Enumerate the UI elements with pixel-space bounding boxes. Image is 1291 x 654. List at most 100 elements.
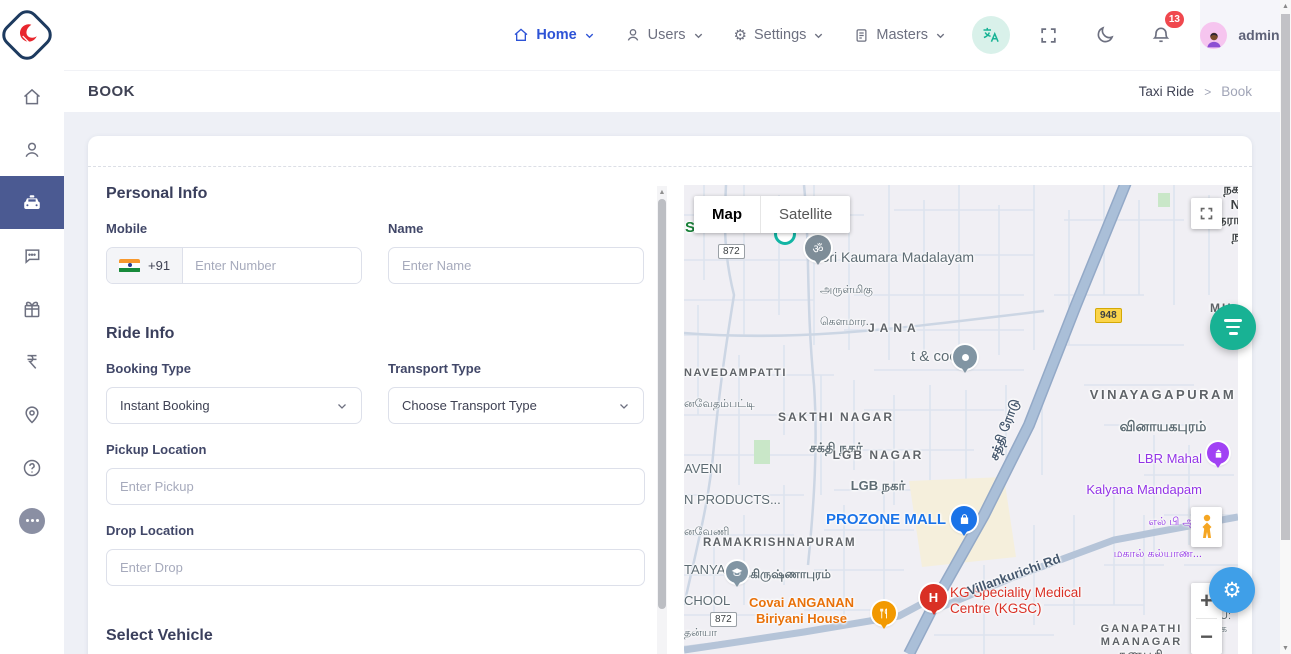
booking-type-select[interactable]: Instant Booking — [106, 387, 362, 424]
map-tab[interactable]: Map — [694, 196, 760, 233]
fullscreen-button[interactable] — [1032, 18, 1066, 52]
location-pin-icon — [22, 405, 42, 425]
mobile-input[interactable] — [183, 248, 362, 283]
transport-type-select[interactable]: Choose Transport Type — [388, 387, 644, 424]
breadcrumb-current: Book — [1221, 84, 1252, 99]
booking-type-value: Instant Booking — [120, 398, 210, 413]
scroll-down-arrow-icon[interactable]: ▼ — [1280, 642, 1291, 654]
sidebar-item-home[interactable] — [0, 70, 64, 123]
chevron-down-icon — [618, 400, 630, 412]
graduation-cap-icon — [731, 566, 743, 578]
map-fullscreen-button[interactable] — [1191, 198, 1222, 229]
nav-label: Settings — [754, 27, 806, 43]
poi-name: Sri Kaumara Madalayam — [820, 249, 974, 265]
transport-type-value: Choose Transport Type — [402, 398, 537, 413]
scroll-up-arrow-icon[interactable]: ▲ — [1280, 0, 1291, 12]
sidebar-item-more[interactable] — [0, 494, 64, 547]
sidebar-item-offers[interactable] — [0, 282, 64, 335]
filter-fab-button[interactable] — [1210, 304, 1256, 350]
route-badge-948: 948 — [1095, 308, 1122, 323]
dial-code: +91 — [148, 258, 170, 273]
user-menu[interactable]: admin — [1200, 0, 1280, 70]
chevron-down-icon — [693, 30, 704, 41]
map-type-control: Map Satellite — [694, 196, 850, 233]
pickup-location-input[interactable] — [106, 468, 645, 505]
area-name-tamil: னவேதம்பட்டி — [684, 398, 755, 410]
ride-info-heading: Ride Info — [106, 325, 174, 343]
chevron-down-icon — [584, 30, 595, 41]
area-name-tamil: LGB நகர் — [851, 478, 906, 493]
left-sidebar — [0, 70, 64, 654]
area-name: VINAYAGAPURAM — [1090, 387, 1236, 402]
help-icon — [22, 458, 42, 478]
top-navbar: Home Users ⚙ Settings Masters — [0, 0, 1280, 70]
nav-item-home[interactable]: Home — [513, 27, 594, 43]
satellite-tab[interactable]: Satellite — [760, 196, 850, 233]
gear-icon: ⚙ — [734, 28, 747, 43]
scroll-up-arrow-icon[interactable]: ▲ — [657, 186, 667, 198]
map-label-sri-kaumara: Sri Kaumara Madalayam அருள்மிகு கெளமார..… — [820, 233, 974, 329]
form-scrollbar-thumb[interactable] — [658, 199, 666, 609]
sidebar-item-payments[interactable] — [0, 335, 64, 388]
sidebar-item-taxi-bookings[interactable] — [0, 176, 64, 229]
poi-name: N PRODUCTS... — [684, 492, 781, 507]
poi-name: TANYA — [684, 562, 725, 577]
fork-knife-icon — [879, 608, 890, 619]
translate-icon — [981, 25, 1001, 45]
route-badge-872: 872 — [718, 244, 745, 259]
nav-item-masters[interactable]: Masters — [854, 27, 946, 43]
nav-label: Masters — [876, 27, 928, 43]
hospital-h-glyph: H — [929, 590, 938, 605]
dark-mode-button[interactable] — [1088, 18, 1122, 52]
notification-count-badge: 13 — [1165, 11, 1184, 28]
zoom-out-button[interactable]: − — [1191, 619, 1222, 654]
form-scrollbar[interactable]: ▲ — [657, 186, 667, 654]
area-name-tamil: வினாயகபுரம் — [1120, 418, 1207, 434]
settings-fab-button[interactable]: ⚙ — [1209, 567, 1255, 613]
poi-name: Kalyana Mandapam — [1086, 482, 1202, 497]
school-marker[interactable] — [726, 561, 748, 583]
page-scrollbar-thumb[interactable] — [1281, 14, 1290, 540]
sidebar-item-locations[interactable] — [0, 388, 64, 441]
sidebar-item-chat[interactable] — [0, 229, 64, 282]
sidebar-item-users[interactable] — [0, 123, 64, 176]
header-tools: 13 — [972, 16, 1178, 54]
hot-cool-marker[interactable] — [953, 345, 977, 369]
temple-marker[interactable]: ॐ — [805, 235, 831, 261]
poi-name: CHOOL — [684, 593, 730, 608]
chevron-down-icon — [336, 400, 348, 412]
username-label: admin — [1238, 27, 1279, 43]
chat-icon — [22, 246, 42, 266]
dial-code-prefix[interactable]: +91 — [107, 248, 183, 283]
sidebar-item-help[interactable] — [0, 441, 64, 494]
mandapam-marker[interactable] — [1207, 442, 1229, 464]
user-icon — [625, 27, 641, 43]
area-name: LGB NAGAR — [833, 448, 924, 462]
nav-item-users[interactable]: Users — [625, 27, 704, 43]
language-translate-button[interactable] — [972, 16, 1010, 54]
india-flag-icon — [119, 259, 140, 273]
select-vehicle-heading: Select Vehicle — [106, 627, 213, 645]
name-input[interactable] — [388, 247, 644, 284]
brand-logo[interactable] — [0, 0, 53, 70]
notifications-button[interactable]: 13 — [1144, 18, 1178, 52]
red-hand-glyph — [14, 22, 40, 48]
pegman-icon — [1199, 514, 1215, 540]
user-avatar — [1200, 22, 1227, 49]
shopping-bag-icon — [958, 513, 971, 526]
page-scrollbar[interactable]: ▲ ▼ — [1280, 0, 1291, 654]
google-map[interactable]: 872 948 872 S நக N சதரா ந Sri Kaumara Ma… — [684, 185, 1238, 654]
building-icon — [1213, 448, 1224, 459]
breadcrumb-parent[interactable]: Taxi Ride — [1139, 84, 1195, 99]
filter-icon — [1224, 319, 1242, 322]
hospital-marker[interactable]: H — [920, 584, 947, 611]
chevron-down-icon — [935, 30, 946, 41]
area-name: NAVEDAMPATTI — [684, 367, 787, 379]
nav-item-settings[interactable]: ⚙ Settings — [734, 27, 825, 43]
map-label-vinayagapuram: VINAYAGAPURAM வினாயகபுரம் — [1083, 371, 1238, 435]
restaurant-marker[interactable] — [872, 601, 896, 625]
pegman-control[interactable] — [1191, 507, 1222, 547]
home-icon — [22, 87, 42, 107]
mall-marker[interactable] — [951, 506, 977, 532]
drop-location-input[interactable] — [106, 549, 645, 586]
